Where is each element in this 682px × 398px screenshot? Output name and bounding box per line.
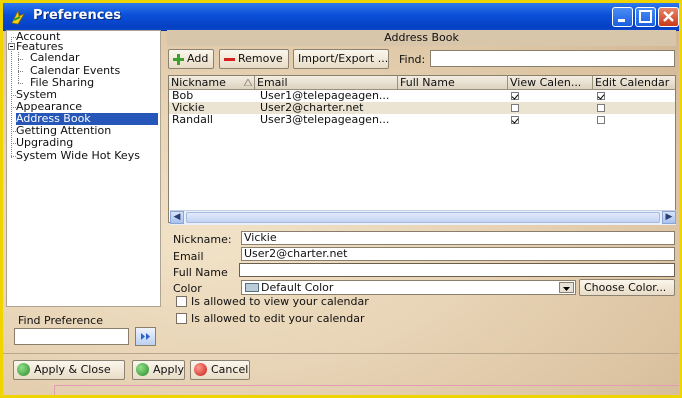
view-calendar-checkbox[interactable] (511, 104, 519, 112)
scroll-right-button[interactable]: ▶ (662, 211, 676, 224)
minimize-button[interactable] (612, 7, 633, 27)
tree-connector (18, 71, 23, 72)
contacts-table[interactable]: Nickname Email Full Name View Calen... E… (168, 75, 676, 223)
table-row[interactable]: Randall User3@telepageagen... (169, 114, 675, 126)
allow-edit-checkbox[interactable] (176, 313, 187, 324)
table-row[interactable]: Vickie User2@charter.net (169, 102, 675, 114)
color-select-value: Default Color (261, 281, 334, 294)
chevron-down-icon (563, 287, 570, 291)
column-email[interactable]: Email (255, 76, 398, 89)
nickname-field[interactable]: Vickie (241, 231, 675, 245)
allow-edit-label: Is allowed to edit your calendar (191, 312, 365, 325)
tree-connector (18, 83, 23, 84)
tree-guide-line (11, 37, 12, 158)
find-preference-label: Find Preference (18, 314, 103, 327)
column-edit-calendar[interactable]: Edit Calendar (593, 76, 675, 89)
table-header: Nickname Email Full Name View Calen... E… (169, 76, 675, 90)
close-button[interactable] (658, 7, 679, 27)
tree-item-system-wide-hot-keys[interactable]: System Wide Hot Keys (16, 150, 140, 162)
horizontal-scrollbar[interactable]: ◀ ▶ (170, 210, 676, 225)
import-export-button[interactable]: Import/Export ... (293, 49, 389, 69)
window-title: Preferences (33, 8, 121, 23)
edit-calendar-checkbox[interactable] (597, 104, 605, 112)
cell-email: User3@telepageagen... (260, 114, 390, 126)
tree-guide-line (18, 52, 19, 83)
tree-item-calendar[interactable]: Calendar (30, 52, 79, 64)
choose-color-button[interactable]: Choose Color... (579, 279, 675, 296)
add-contact-button[interactable]: Add (168, 49, 214, 69)
cell-nickname: Randall (172, 114, 213, 126)
nickname-label: Nickname: (173, 233, 232, 246)
remove-contact-button[interactable]: Remove (219, 49, 289, 69)
full-name-field[interactable] (239, 263, 675, 277)
apply-close-button[interactable]: Apply & Close (13, 360, 125, 380)
collapse-icon[interactable] (8, 43, 15, 50)
allow-view-label: Is allowed to view your calendar (191, 295, 369, 308)
cell-email: User2@charter.net (260, 102, 364, 114)
email-label: Email (173, 250, 204, 263)
edit-calendar-checkbox[interactable] (597, 92, 605, 100)
color-swatch (245, 283, 259, 292)
app-logo-icon (11, 9, 25, 25)
color-select[interactable]: Default Color (241, 280, 576, 295)
remove-label: Remove (238, 52, 283, 65)
tree-item-upgrading[interactable]: Upgrading (16, 137, 73, 149)
sort-ascending-icon (244, 79, 252, 86)
address-find-input[interactable] (430, 50, 675, 67)
column-nickname[interactable]: Nickname (169, 76, 255, 89)
decorative-line (54, 385, 55, 395)
add-label: Add (187, 52, 209, 65)
table-row[interactable]: Bob User1@telepageagen... (169, 90, 675, 102)
email-field[interactable]: User2@charter.net (241, 247, 675, 261)
check-icon (136, 362, 149, 376)
check-icon (17, 362, 30, 376)
find-preference-input[interactable] (14, 328, 129, 345)
cancel-button[interactable]: Cancel (190, 360, 250, 380)
allow-view-checkbox[interactable] (176, 296, 187, 307)
cell-nickname: Bob (172, 90, 194, 102)
column-full-name[interactable]: Full Name (398, 76, 508, 89)
cell-email: User1@telepageagen... (260, 90, 390, 102)
apply-button[interactable]: Apply (132, 360, 185, 380)
apply-close-label: Apply & Close (34, 363, 111, 376)
preferences-tree[interactable]: Account Features Calendar Calendar Event… (6, 30, 161, 307)
decorative-line (54, 385, 679, 386)
maximize-icon (639, 10, 652, 23)
scrollbar-thumb[interactable] (186, 212, 660, 223)
divider (3, 353, 679, 354)
edit-calendar-checkbox[interactable] (597, 116, 605, 124)
title-bar[interactable]: Preferences (3, 3, 679, 31)
close-icon (663, 11, 674, 22)
find-preference-button[interactable] (135, 327, 156, 346)
find-label: Find: (399, 53, 426, 66)
double-arrow-right-icon (141, 333, 150, 340)
minus-icon (224, 57, 235, 61)
view-calendar-checkbox[interactable] (511, 116, 519, 124)
column-view-calendar[interactable]: View Calen... (508, 76, 593, 89)
address-book-header: Address Book (167, 30, 676, 46)
color-label: Color (173, 282, 202, 295)
maximize-button[interactable] (635, 7, 656, 27)
full-name-label: Full Name (173, 266, 228, 279)
cell-nickname: Vickie (172, 102, 205, 114)
cancel-icon (194, 362, 207, 376)
column-nickname-label: Nickname (171, 76, 226, 89)
dropdown-arrow-button[interactable] (559, 282, 574, 293)
cancel-label: Cancel (211, 363, 249, 376)
scroll-left-button[interactable]: ◀ (170, 211, 184, 224)
view-calendar-checkbox[interactable] (511, 92, 519, 100)
tree-connector (18, 59, 23, 60)
plus-icon (173, 53, 184, 65)
apply-label: Apply (153, 363, 185, 376)
minimize-icon (618, 19, 625, 22)
